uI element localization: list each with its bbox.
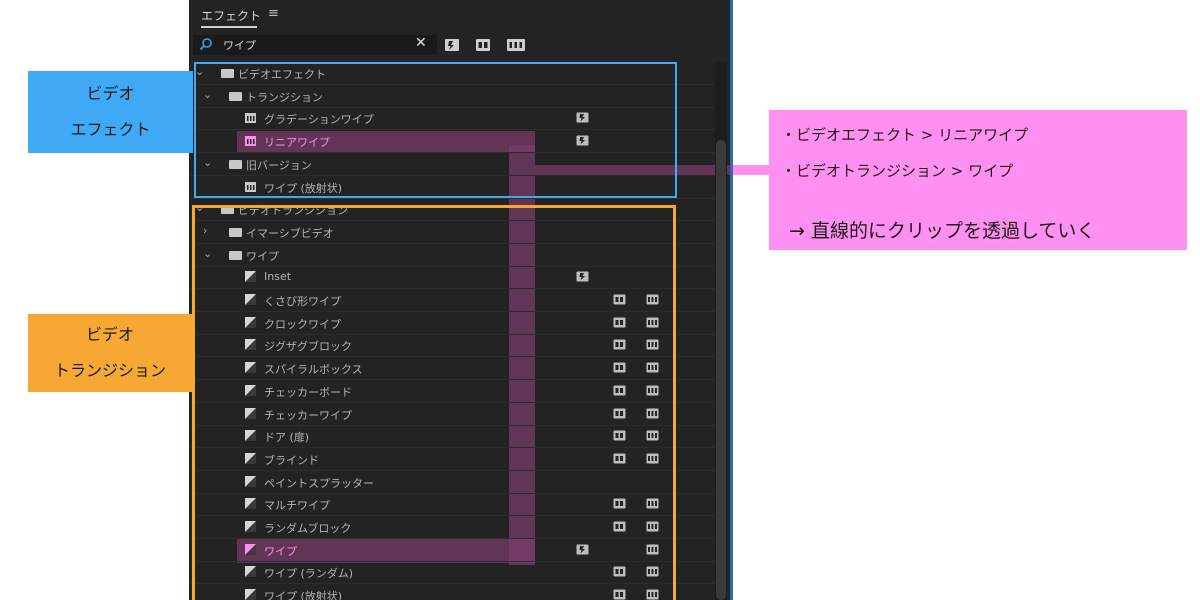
callout-connector — [733, 165, 769, 175]
video-transitions-label-line2: トランジション — [53, 361, 166, 380]
tree-scrollbar-thumb[interactable] — [716, 140, 726, 600]
panel-tab-bar: エフェクト ≡ — [189, 0, 730, 32]
video-effects-label-line2: エフェクト — [70, 120, 151, 139]
32-bit-filter-icon[interactable] — [475, 38, 491, 52]
video-effects-label-line1: ビデオ — [86, 84, 135, 103]
callout-note: ・ビデオエフェクト > リニアワイプ ・ビデオトランジション > ワイプ → 直… — [769, 110, 1187, 250]
video-effects-label: ビデオ エフェクト — [28, 71, 193, 153]
panel-focus-edge — [730, 0, 733, 600]
callout-line-linear-wipe: ・ビデオエフェクト > リニアワイプ — [781, 126, 1029, 144]
callout-conclusion: → 直線的にクリップを透過していく — [789, 220, 1096, 242]
tab-effects[interactable]: エフェクト — [201, 7, 261, 24]
active-tab-underline — [201, 26, 257, 28]
video-transitions-label-line1: ビデオ — [85, 325, 134, 344]
search-icon — [199, 38, 212, 51]
clear-search-icon[interactable]: ✕ — [415, 35, 427, 51]
video-transitions-label: ビデオ トランジション — [28, 314, 192, 392]
accelerated-effects-filter-icon[interactable] — [444, 38, 460, 52]
video-effects-frame — [194, 62, 677, 198]
video-transitions-frame — [192, 205, 676, 600]
yuv-filter-icon[interactable] — [506, 38, 526, 52]
search-input[interactable]: ワイプ — [223, 37, 256, 53]
panel-menu-icon[interactable]: ≡ — [268, 6, 279, 21]
callout-line-wipe: ・ビデオトランジション > ワイプ — [781, 162, 1014, 180]
search-field[interactable]: ワイプ ✕ — [193, 35, 437, 55]
